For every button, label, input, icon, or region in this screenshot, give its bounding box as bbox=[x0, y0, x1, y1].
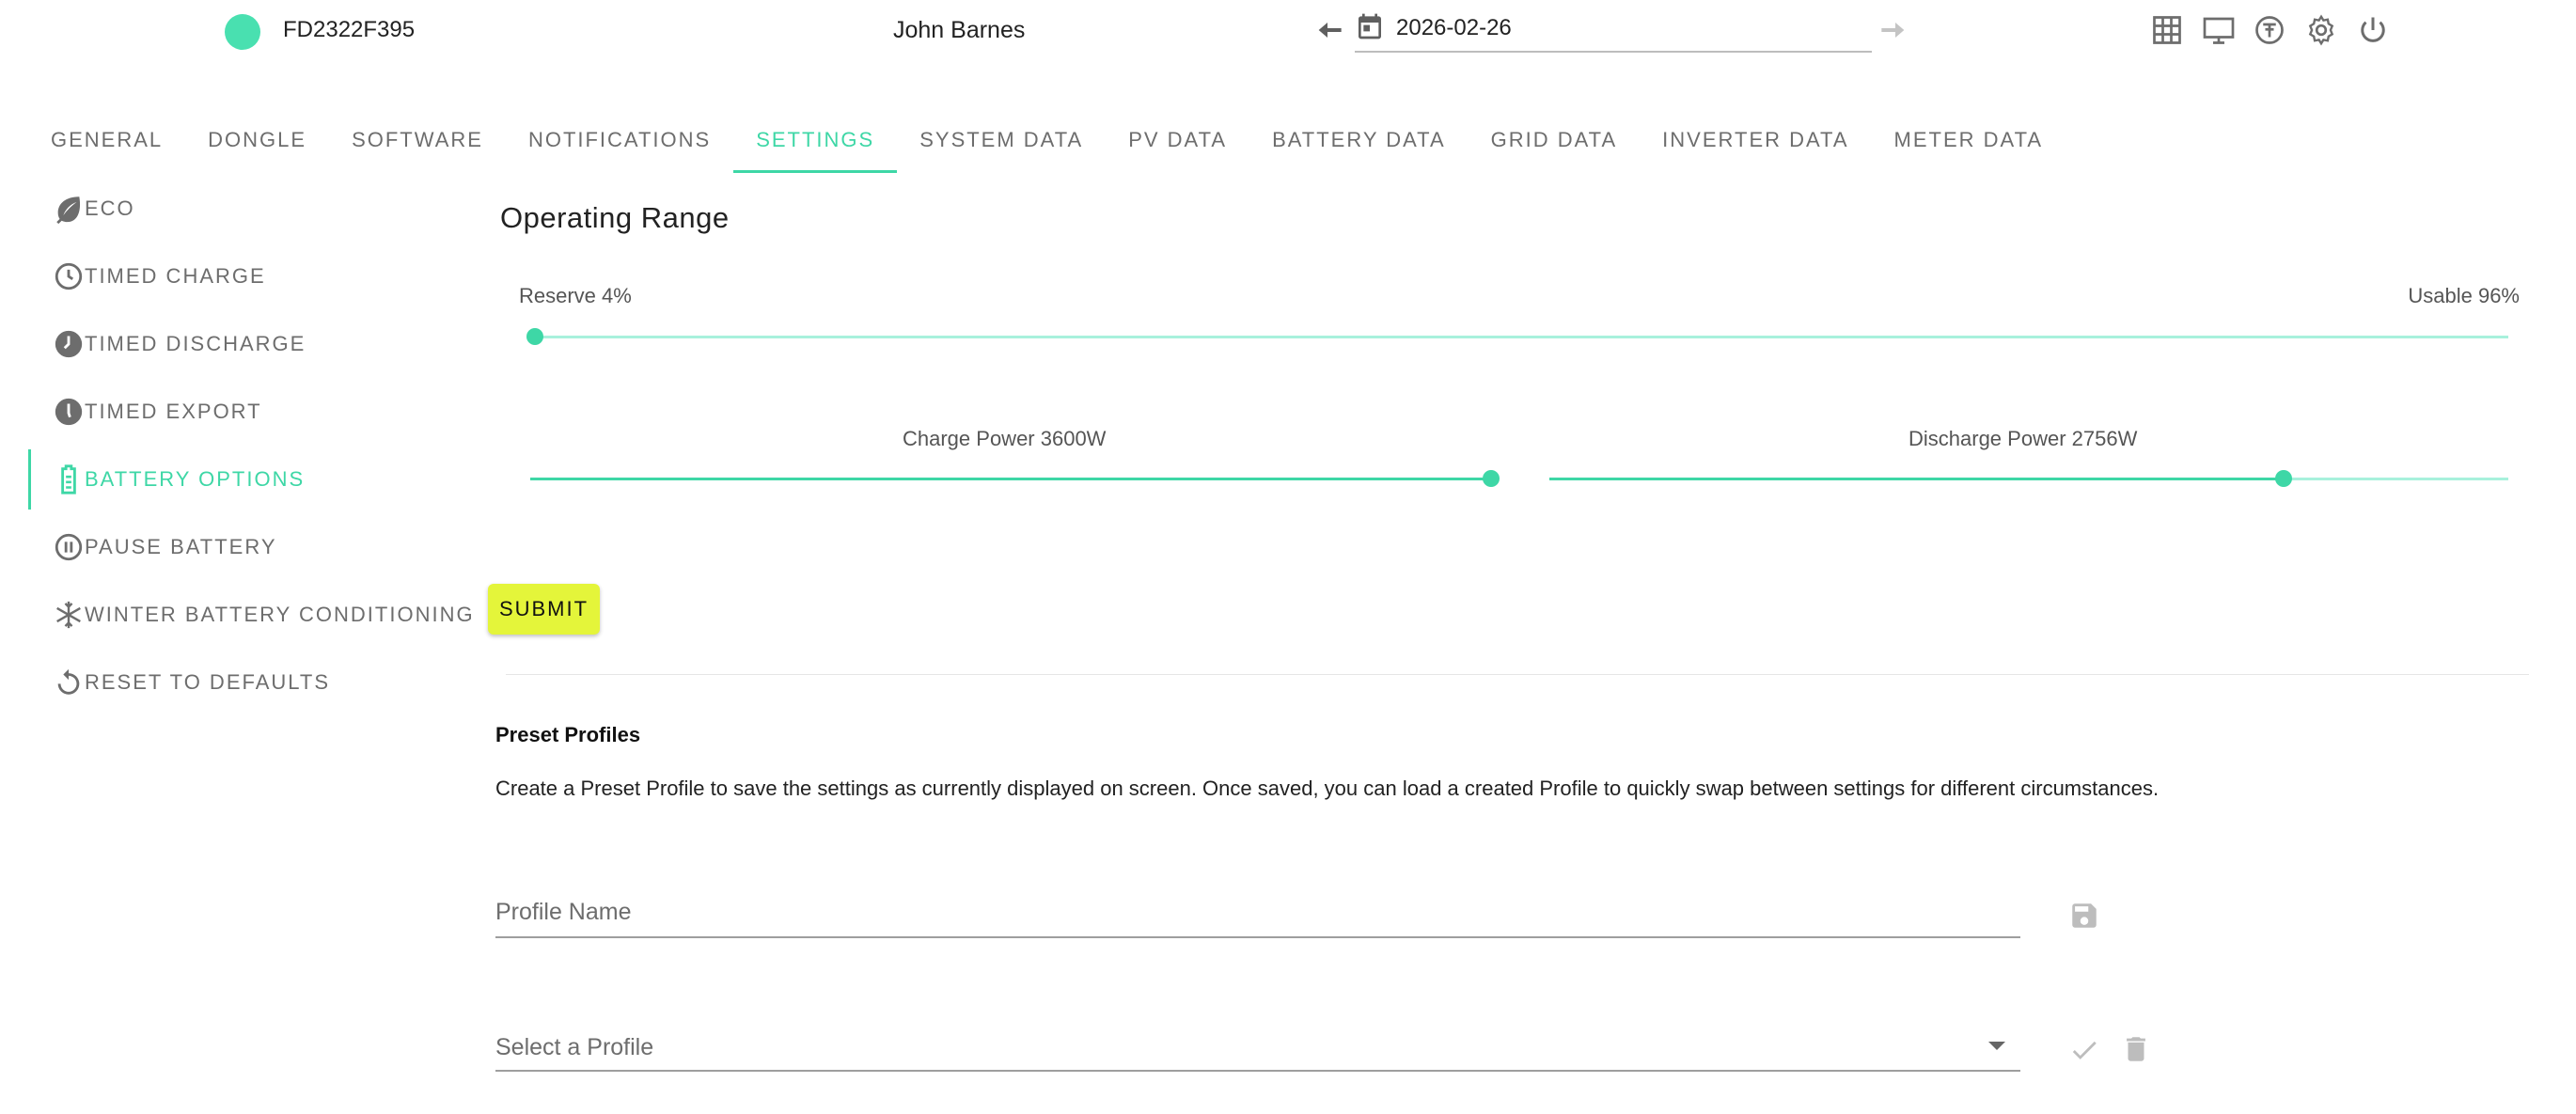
calendar-icon bbox=[1359, 13, 1381, 39]
side-item-pause-battery[interactable]: PAUSE BATTERY bbox=[28, 513, 470, 581]
inverter-serial: FD2322F395 bbox=[283, 17, 416, 42]
tab-meter-data[interactable]: METER DATA bbox=[1872, 111, 2066, 173]
profile-name-input[interactable] bbox=[495, 895, 1962, 929]
side-item-label: TIMED EXPORT bbox=[85, 400, 262, 423]
check-icon[interactable] bbox=[2068, 1034, 2100, 1066]
slider-track bbox=[530, 336, 2508, 338]
profile-name-field[interactable] bbox=[495, 882, 2020, 938]
side-item-label: WINTER BATTERY CONDITIONING bbox=[85, 603, 475, 626]
grid-icon[interactable] bbox=[2150, 13, 2184, 47]
user-name: John Barnes bbox=[893, 17, 1026, 43]
date-value: 2026-02-26 bbox=[1396, 15, 1512, 40]
charge-slider-thumb[interactable] bbox=[1483, 470, 1500, 487]
side-item-timed-charge[interactable]: TIMED CHARGE bbox=[28, 243, 470, 310]
tab-grid-data[interactable]: GRID DATA bbox=[1469, 111, 1641, 173]
arrow-left-icon[interactable] bbox=[1316, 15, 1346, 45]
tariff-icon[interactable] bbox=[2253, 13, 2286, 47]
charge-power-label: Charge Power 3600W bbox=[903, 427, 1107, 450]
settings-side-menu: ECO TIMED CHARGE TIMED DISCHARGE TIMED E… bbox=[28, 175, 473, 716]
usable-label: Usable 96% bbox=[2408, 284, 2520, 307]
tab-general[interactable]: GENERAL bbox=[28, 111, 185, 173]
date-picker[interactable]: 2026-02-26 bbox=[1355, 9, 1872, 53]
slider-fill bbox=[530, 478, 1491, 480]
section-divider bbox=[506, 674, 2529, 675]
tab-inverter-data[interactable]: INVERTER DATA bbox=[1640, 111, 1871, 173]
side-item-label: TIMED CHARGE bbox=[85, 264, 266, 288]
tab-battery-data[interactable]: BATTERY DATA bbox=[1249, 111, 1469, 173]
side-item-label: TIMED DISCHARGE bbox=[85, 332, 306, 355]
reserve-slider-thumb[interactable] bbox=[526, 328, 544, 345]
discharge-power-label: Discharge Power 2756W bbox=[1908, 427, 2138, 450]
tab-pv-data[interactable]: PV DATA bbox=[1106, 111, 1249, 173]
side-item-timed-export[interactable]: TIMED EXPORT bbox=[28, 378, 470, 446]
save-icon[interactable] bbox=[2068, 900, 2100, 932]
discharge-slider-thumb[interactable] bbox=[2275, 470, 2293, 487]
chevron-down-icon bbox=[1988, 1042, 2005, 1050]
reserve-label: Reserve 4% bbox=[519, 284, 632, 307]
snowflake-icon bbox=[56, 601, 81, 629]
preset-profiles-title: Preset Profiles bbox=[495, 723, 641, 746]
side-item-battery-options[interactable]: BATTERY OPTIONS bbox=[28, 446, 470, 513]
side-item-label: BATTERY OPTIONS bbox=[85, 467, 306, 491]
tab-settings[interactable]: SETTINGS bbox=[733, 111, 898, 173]
side-item-label: ECO bbox=[85, 196, 135, 220]
section-title: Operating Range bbox=[500, 201, 730, 234]
side-item-reset-to-defaults[interactable]: RESET TO DEFAULTS bbox=[28, 649, 470, 716]
monitor-icon[interactable] bbox=[2202, 13, 2236, 47]
side-item-timed-discharge[interactable]: TIMED DISCHARGE bbox=[28, 310, 470, 378]
battery-icon bbox=[61, 464, 76, 494]
profile-select-placeholder: Select a Profile bbox=[495, 1034, 654, 1060]
submit-button[interactable]: SUBMIT bbox=[488, 584, 600, 635]
reset-icon bbox=[57, 668, 80, 695]
side-item-label: PAUSE BATTERY bbox=[85, 535, 277, 558]
tab-dongle[interactable]: DONGLE bbox=[185, 111, 329, 173]
status-indicator-dot bbox=[225, 14, 260, 50]
settings-icon[interactable] bbox=[2304, 13, 2338, 47]
leaf-icon bbox=[56, 196, 81, 225]
settings-tab-bar: GENERAL DONGLE SOFTWARE NOTIFICATIONS SE… bbox=[28, 111, 2066, 173]
delete-icon[interactable] bbox=[2120, 1033, 2152, 1065]
tab-system-data[interactable]: SYSTEM DATA bbox=[897, 111, 1106, 173]
slider-fill bbox=[1549, 478, 2285, 480]
preset-profiles-description: Create a Preset Profile to save the sett… bbox=[495, 777, 2160, 800]
clock-filled-icon bbox=[55, 398, 83, 426]
power-icon[interactable] bbox=[2356, 13, 2390, 47]
top-header: FD2322F395 John Barnes 2026-02-26 bbox=[0, 0, 2576, 62]
side-item-label: RESET TO DEFAULTS bbox=[85, 670, 330, 694]
side-item-eco[interactable]: ECO bbox=[28, 175, 470, 243]
clock-outline-icon bbox=[55, 262, 83, 290]
side-item-winter-battery-conditioning[interactable]: WINTER BATTERY CONDITIONING bbox=[28, 581, 473, 649]
pause-circle-icon bbox=[55, 533, 83, 561]
clock-filled-icon bbox=[55, 330, 83, 358]
arrow-right-icon[interactable] bbox=[1877, 15, 1907, 45]
tab-software[interactable]: SOFTWARE bbox=[329, 111, 506, 173]
tab-notifications[interactable]: NOTIFICATIONS bbox=[506, 111, 733, 173]
profile-select[interactable]: Select a Profile bbox=[495, 1015, 2020, 1072]
